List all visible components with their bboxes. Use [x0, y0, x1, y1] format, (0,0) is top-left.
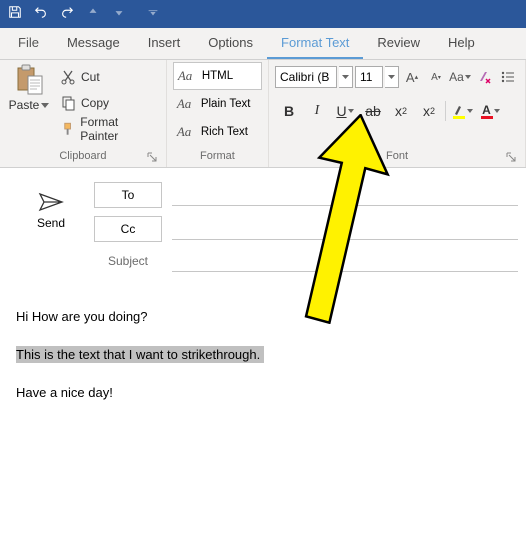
subject-label: Subject	[94, 254, 162, 268]
launcher-icon[interactable]	[505, 151, 517, 163]
scissors-icon	[60, 69, 76, 85]
font-name-dropdown[interactable]	[339, 66, 353, 88]
format-painter-button[interactable]: Format Painter	[56, 116, 160, 142]
cut-button[interactable]: Cut	[56, 64, 160, 90]
undo-icon[interactable]	[34, 5, 48, 24]
copy-icon	[60, 95, 76, 111]
underline-button[interactable]: U	[333, 99, 357, 123]
ribbon: Paste Cut Copy Format Painter Clipboard	[0, 60, 526, 168]
selected-text: This is the text that I want to striketh…	[16, 346, 264, 363]
paste-label: Paste	[9, 98, 40, 112]
paste-button[interactable]: Paste	[6, 62, 52, 148]
separator	[445, 101, 446, 121]
subscript-button[interactable]: x2	[389, 99, 413, 123]
bullets-button[interactable]	[497, 66, 519, 88]
rich-text-button[interactable]: AaRich Text	[173, 118, 262, 146]
redo-icon[interactable]	[60, 5, 74, 24]
subject-field[interactable]	[172, 250, 518, 272]
chevron-down-icon	[41, 103, 49, 108]
copy-label: Copy	[81, 96, 109, 110]
clipboard-group-label: Clipboard	[6, 150, 160, 166]
aa-icon: Aa	[178, 68, 198, 84]
font-size-input[interactable]: 11	[355, 66, 383, 88]
tab-format-text[interactable]: Format Text	[267, 28, 363, 59]
group-clipboard: Paste Cut Copy Format Painter Clipboard	[0, 60, 167, 167]
copy-button[interactable]: Copy	[56, 90, 160, 116]
tab-review[interactable]: Review	[363, 28, 434, 59]
tab-insert[interactable]: Insert	[134, 28, 195, 59]
font-color-button[interactable]: A	[478, 99, 502, 123]
group-format: AaHTML AaPlain Text AaRich Text Format	[167, 60, 269, 167]
group-font: Calibri (B 11 A▴ A▾ Aa B I U ab x2 x2	[269, 60, 526, 167]
tab-file[interactable]: File	[4, 28, 53, 59]
aa-icon: Aa	[177, 96, 197, 112]
message-body[interactable]: Hi How are you doing? This is the text t…	[0, 288, 526, 443]
italic-button[interactable]: I	[305, 99, 329, 123]
ribbon-tabs: File Message Insert Options Format Text …	[0, 28, 526, 60]
body-line: Hi How are you doing?	[16, 308, 510, 326]
html-button[interactable]: AaHTML	[173, 62, 262, 90]
to-field[interactable]	[172, 184, 518, 206]
font-size-dropdown[interactable]	[385, 66, 399, 88]
send-icon	[38, 192, 64, 212]
cut-label: Cut	[81, 70, 100, 84]
font-name-input[interactable]: Calibri (B	[275, 66, 337, 88]
tab-options[interactable]: Options	[194, 28, 267, 59]
send-button[interactable]: Send	[16, 182, 86, 240]
clear-formatting-button[interactable]	[473, 66, 495, 88]
cc-field[interactable]	[172, 218, 518, 240]
bold-button[interactable]: B	[277, 99, 301, 123]
paste-icon	[14, 64, 44, 96]
aa-icon: Aa	[177, 124, 197, 140]
down-arrow-icon	[112, 5, 126, 24]
customize-qat-icon[interactable]	[146, 5, 160, 24]
to-button[interactable]: To	[94, 182, 162, 208]
highlight-button[interactable]	[450, 99, 474, 123]
change-case-button[interactable]: Aa	[449, 66, 471, 88]
compose-header: Send To Cc Subject	[0, 168, 526, 288]
grow-font-button[interactable]: A▴	[401, 66, 423, 88]
tab-help[interactable]: Help	[434, 28, 489, 59]
shrink-font-button[interactable]: A▾	[425, 66, 447, 88]
title-bar	[0, 0, 526, 28]
brush-icon	[60, 121, 75, 137]
strikethrough-button[interactable]: ab	[361, 99, 385, 123]
body-line: Have a nice day!	[16, 384, 510, 402]
font-group-label: Font	[275, 150, 519, 166]
superscript-button[interactable]: x2	[417, 99, 441, 123]
launcher-icon[interactable]	[146, 151, 158, 163]
tab-message[interactable]: Message	[53, 28, 134, 59]
cc-button[interactable]: Cc	[94, 216, 162, 242]
format-painter-label: Format Painter	[80, 115, 156, 143]
up-arrow-icon	[86, 5, 100, 24]
plain-text-button[interactable]: AaPlain Text	[173, 90, 262, 118]
send-label: Send	[37, 216, 65, 230]
save-icon[interactable]	[8, 5, 22, 24]
format-group-label: Format	[173, 150, 262, 166]
